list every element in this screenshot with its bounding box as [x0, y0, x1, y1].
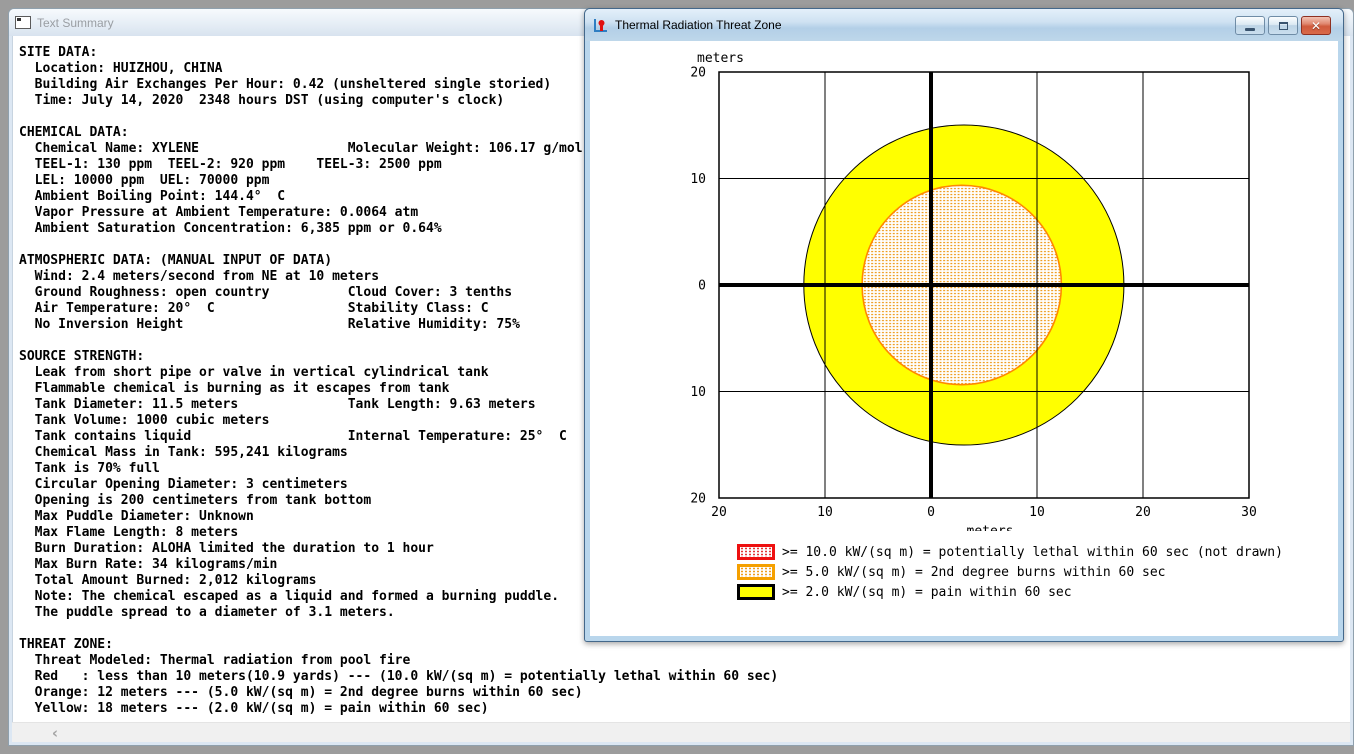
legend-row: >= 2.0 kW/(sq m) = pain within 60 sec: [737, 582, 1283, 602]
threat-zone-legend: >= 10.0 kW/(sq m) = potentially lethal w…: [737, 542, 1283, 602]
y-tick-label: 20: [690, 66, 706, 81]
text-summary-line: Threat Modeled: Thermal radiation from p…: [19, 653, 411, 668]
close-button[interactable]: ✕: [1301, 16, 1331, 35]
y-tick-label: 10: [690, 172, 706, 187]
y-axis-title: meters: [697, 51, 744, 66]
text-summary-line: Orange: 12 meters --- (5.0 kW/(sq m) = 2…: [19, 685, 583, 700]
x-axis-title: meters: [967, 524, 1014, 531]
horizontal-scrollbar[interactable]: ‹: [12, 722, 1350, 742]
x-tick-label: 20: [711, 505, 727, 520]
legend-swatch-orange-dotted: [737, 564, 775, 580]
legend-swatch-yellow-solid: [737, 584, 775, 600]
text-document-icon: [15, 16, 31, 29]
y-tick-label: 0: [698, 279, 706, 294]
restore-icon: [1278, 21, 1288, 30]
text-summary-line: Yellow: 18 meters --- (2.0 kW/(sq m) = p…: [19, 701, 489, 716]
threat-zone-chart-icon: [593, 18, 609, 33]
text-summary-line: Red : less than 10 meters(10.9 yards) --…: [19, 669, 779, 684]
scroll-left-arrow-icon[interactable]: ‹: [38, 723, 72, 743]
restore-button[interactable]: [1268, 16, 1298, 35]
legend-row: >= 10.0 kW/(sq m) = potentially lethal w…: [737, 542, 1283, 562]
thermal-plot-area: 20 10 0 10 20 20 10 0 10 20 30 meters meters >= 10.0…: [590, 41, 1338, 636]
legend-label: >= 5.0 kW/(sq m) = 2nd degree burns with…: [782, 564, 1166, 580]
thermal-window-title: Thermal Radiation Threat Zone: [615, 18, 782, 32]
text-summary-title: Text Summary: [37, 15, 114, 30]
legend-swatch-red-dotted: [737, 544, 775, 560]
window-controls: ✕: [1235, 16, 1331, 35]
x-tick-label: 30: [1241, 505, 1257, 520]
threat-zone-plot: 20 10 0 10 20 20 10 0 10 20 30 meters meters: [690, 51, 1257, 531]
legend-label: >= 2.0 kW/(sq m) = pain within 60 sec: [782, 584, 1072, 600]
x-tick-label: 0: [927, 505, 935, 520]
minimize-button[interactable]: [1235, 16, 1265, 35]
x-tick-label: 10: [817, 505, 833, 520]
minimize-icon: [1245, 27, 1255, 31]
y-tick-label: 10: [690, 385, 706, 400]
x-tick-label: 20: [1135, 505, 1151, 520]
y-tick-label: 20: [690, 492, 706, 507]
thermal-window-titlebar[interactable]: Thermal Radiation Threat Zone ✕: [585, 9, 1343, 41]
close-icon: ✕: [1310, 18, 1322, 33]
x-tick-label: 10: [1029, 505, 1045, 520]
legend-row: >= 5.0 kW/(sq m) = 2nd degree burns with…: [737, 562, 1283, 582]
thermal-threat-zone-window: Thermal Radiation Threat Zone ✕ 20 10 0 10 2…: [584, 8, 1344, 642]
legend-label: >= 10.0 kW/(sq m) = potentially lethal w…: [782, 544, 1283, 560]
